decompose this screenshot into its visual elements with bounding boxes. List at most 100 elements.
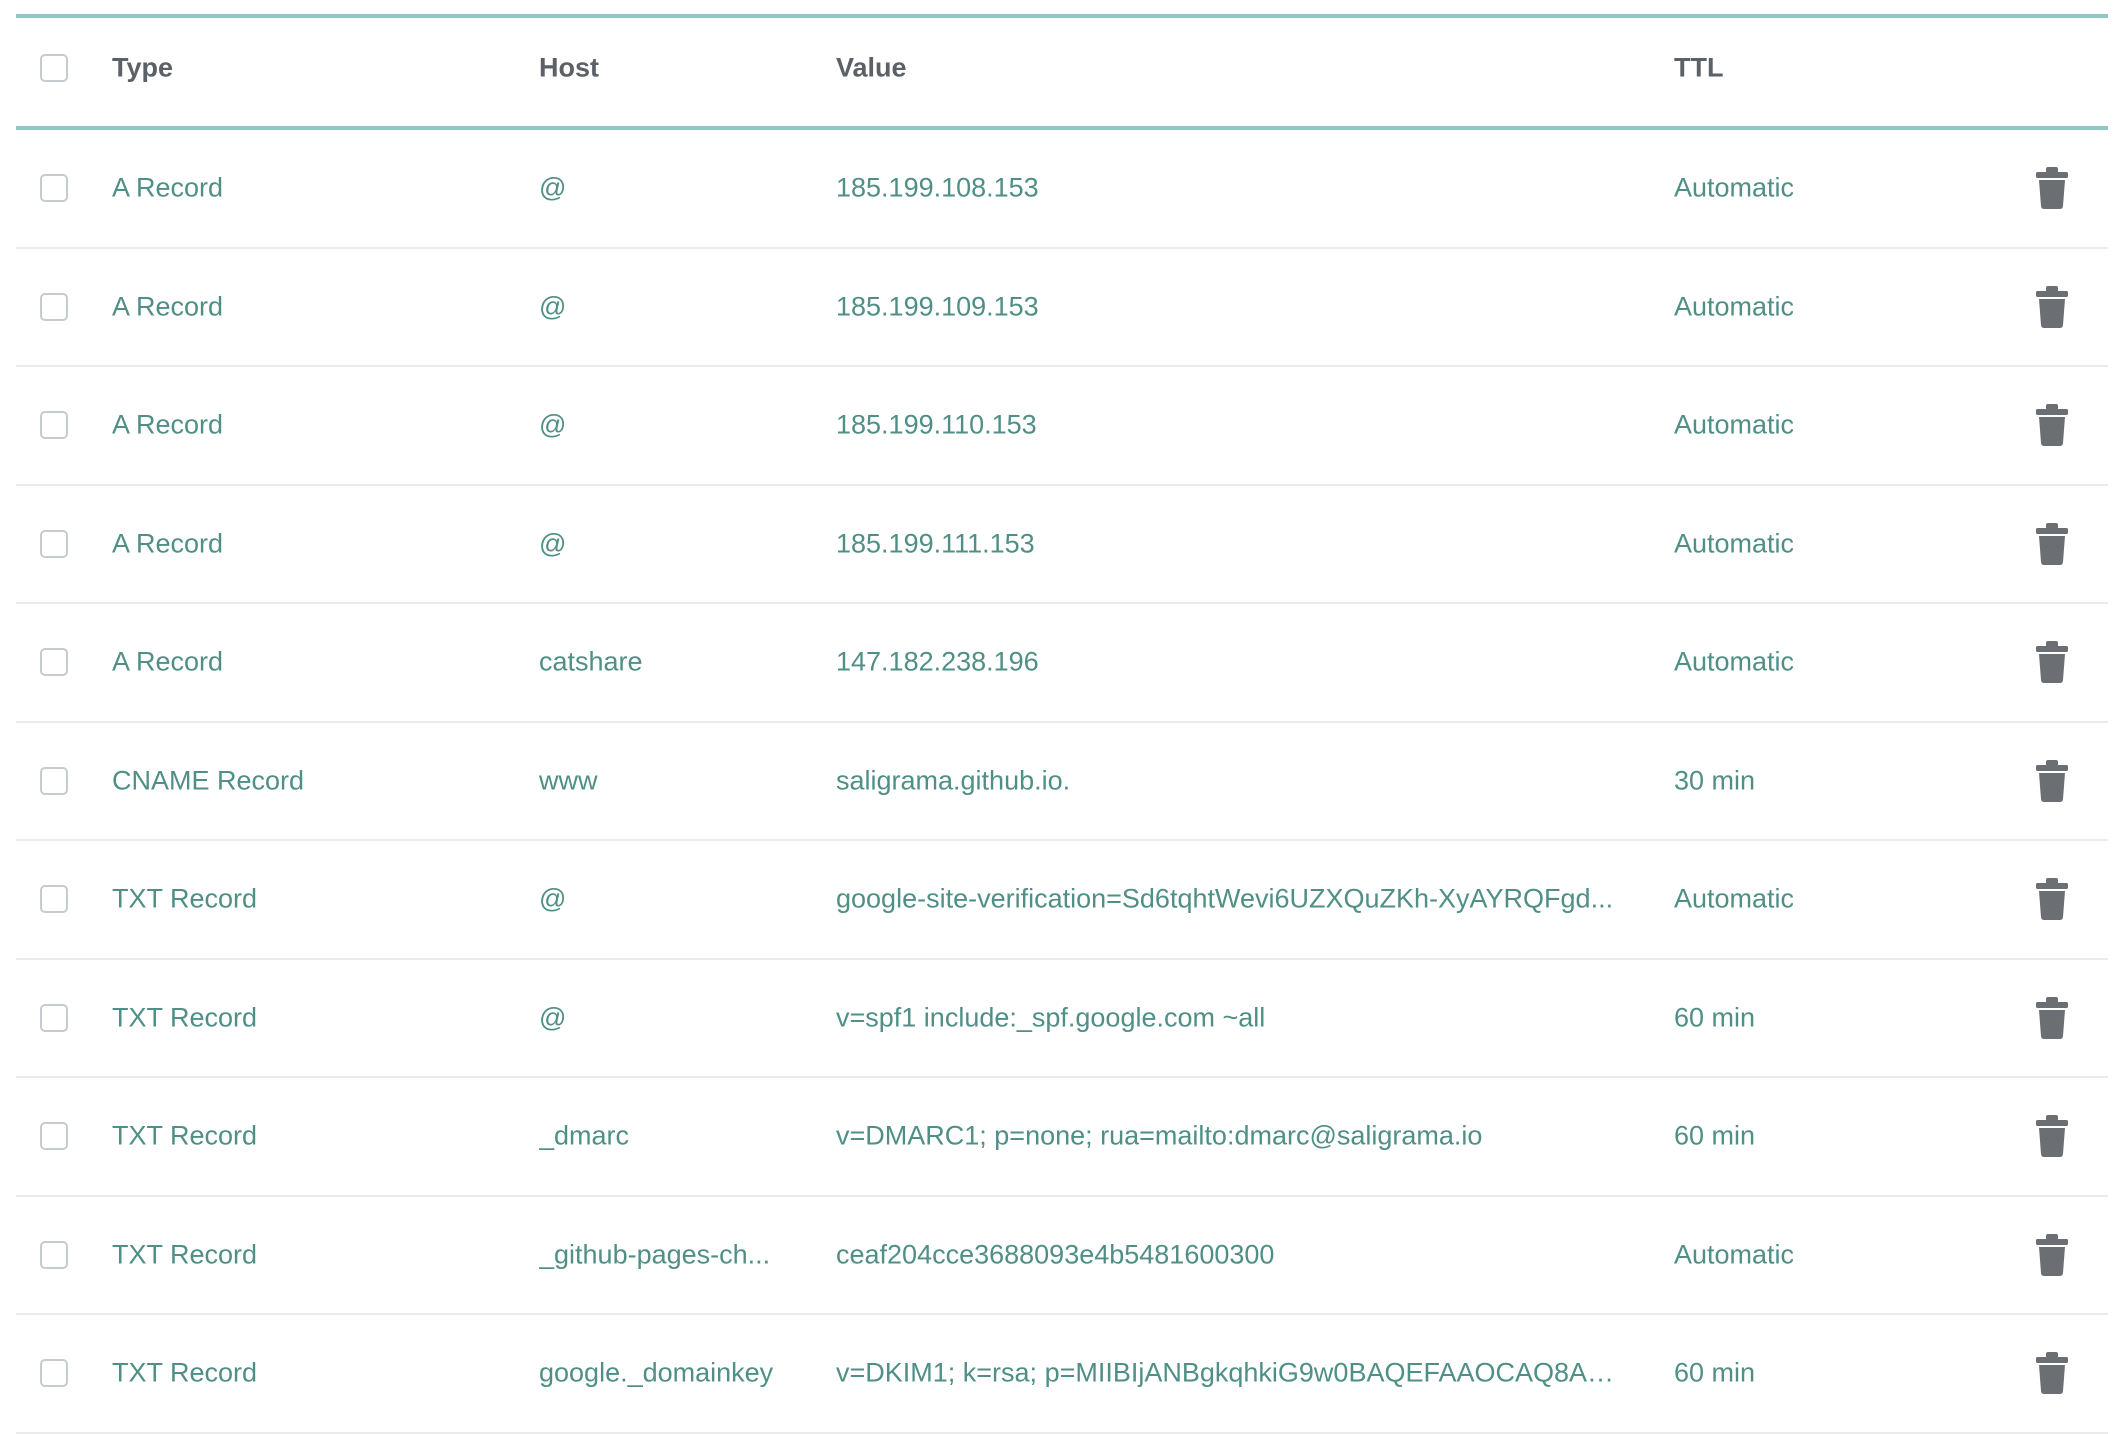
record-type: A Record xyxy=(112,409,224,440)
record-value: v=DMARC1; p=none; rua=mailto:dmarc@salig… xyxy=(836,1120,1483,1151)
record-host: _dmarc xyxy=(539,1120,630,1151)
record-value: google-site-verification=Sd6tqhtWevi6UZX… xyxy=(836,883,1614,914)
record-host: @ xyxy=(539,291,567,322)
record-ttl: Automatic xyxy=(1674,528,1795,559)
row-select-cell xyxy=(40,1240,68,1269)
trash-icon[interactable] xyxy=(2034,403,2070,447)
header-host[interactable]: Host xyxy=(539,53,789,84)
record-type: TXT Record xyxy=(112,1357,258,1388)
table-row[interactable]: TXT Record google._domainkey v=DKIM1; k=rs… xyxy=(16,1315,2108,1434)
trash-icon[interactable] xyxy=(2034,166,2070,210)
record-host: @ xyxy=(539,883,567,914)
delete-cell xyxy=(2034,1233,2070,1277)
trash-icon[interactable] xyxy=(2034,522,2070,566)
trash-icon[interactable] xyxy=(2034,640,2070,684)
table-row[interactable]: TXT Record _github-pages-ch... ceaf204cce3… xyxy=(16,1197,2108,1315)
row-checkbox[interactable] xyxy=(40,1122,68,1151)
header-type[interactable]: Type xyxy=(112,53,512,84)
record-host: catshare xyxy=(539,646,643,677)
row-checkbox[interactable] xyxy=(40,529,68,558)
record-value: 185.199.110.153 xyxy=(836,409,1037,440)
delete-cell xyxy=(2034,996,2070,1040)
record-ttl: 60 min xyxy=(1674,1120,1756,1151)
record-host: @ xyxy=(539,409,567,440)
record-type: TXT Record xyxy=(112,1120,258,1151)
table-row[interactable]: A Record @185.199.109.153 Automatic xyxy=(16,249,2108,367)
delete-cell xyxy=(2034,285,2070,329)
table-row[interactable]: A Record @185.199.110.153 Automatic xyxy=(16,367,2108,486)
row-checkbox[interactable] xyxy=(40,766,68,795)
table-row[interactable]: TXT Record @ google-site-verification=Sd6t… xyxy=(16,841,2108,960)
record-value: saligrama.github.io. xyxy=(836,765,1071,796)
row-select-cell xyxy=(40,648,68,677)
record-host: @ xyxy=(539,528,567,559)
row-select-cell xyxy=(40,766,68,795)
row-checkbox[interactable] xyxy=(40,1359,68,1388)
row-checkbox[interactable] xyxy=(40,1003,68,1032)
record-type: TXT Record xyxy=(112,883,258,914)
row-checkbox[interactable] xyxy=(40,648,68,677)
trash-icon[interactable] xyxy=(2034,759,2070,803)
trash-icon[interactable] xyxy=(2034,285,2070,329)
record-value: 185.199.109.153 xyxy=(836,291,1039,322)
trash-icon[interactable] xyxy=(2034,1233,2070,1277)
record-ttl: 60 min xyxy=(1674,1002,1756,1033)
delete-cell xyxy=(2034,403,2070,447)
delete-cell xyxy=(2034,640,2070,684)
record-host: google._domainkey xyxy=(539,1357,774,1388)
record-host: @ xyxy=(539,1002,567,1033)
record-value: ceaf204cce3688093e4b5481600300 xyxy=(836,1239,1275,1270)
record-ttl: Automatic xyxy=(1674,883,1795,914)
row-checkbox[interactable] xyxy=(40,411,68,440)
delete-cell xyxy=(2034,759,2070,803)
table-row[interactable]: A Record catshare 147.182.238.196 Automatic xyxy=(16,604,2108,723)
record-ttl: 60 min xyxy=(1674,1357,1756,1388)
delete-cell xyxy=(2034,877,2070,921)
select-all-cell xyxy=(40,54,68,82)
table-header: Type Host Value TTL xyxy=(16,18,2108,130)
delete-cell xyxy=(2034,166,2070,210)
delete-cell xyxy=(2034,522,2070,566)
record-ttl: Automatic xyxy=(1674,291,1795,322)
trash-icon[interactable] xyxy=(2034,1114,2070,1158)
record-value: v=spf1 include:_spf.google.com ~all xyxy=(836,1002,1266,1033)
delete-cell xyxy=(2034,1351,2070,1395)
row-select-cell xyxy=(40,1359,68,1388)
record-value: 185.199.111.153 xyxy=(836,528,1035,559)
row-checkbox[interactable] xyxy=(40,292,68,321)
record-host: @ xyxy=(539,172,567,203)
table-row[interactable]: A Record @185.199.111.153 Automatic xyxy=(16,486,2108,604)
select-all-checkbox[interactable] xyxy=(40,54,68,82)
row-select-cell xyxy=(40,529,68,558)
record-ttl: Automatic xyxy=(1674,409,1795,440)
record-type: A Record xyxy=(112,646,224,677)
row-select-cell xyxy=(40,292,68,321)
dns-records-table: Type Host Value TTL A Record @185.199.108… xyxy=(16,14,2108,1434)
record-type: A Record xyxy=(112,528,224,559)
trash-icon[interactable] xyxy=(2034,877,2070,921)
header-value[interactable]: Value xyxy=(836,53,1636,84)
row-checkbox[interactable] xyxy=(40,1240,68,1269)
row-checkbox[interactable] xyxy=(40,885,68,914)
table-row[interactable]: TXT Record _dmarc v=DMARC1; p=none; rua=ma… xyxy=(16,1078,2108,1197)
row-select-cell xyxy=(40,174,68,203)
trash-icon[interactable] xyxy=(2034,996,2070,1040)
record-ttl: 30 min xyxy=(1674,765,1756,796)
delete-cell xyxy=(2034,1114,2070,1158)
record-host: www xyxy=(539,765,598,796)
record-value: 147.182.238.196 xyxy=(836,646,1039,677)
record-ttl: Automatic xyxy=(1674,646,1795,677)
record-value: 185.199.108.153 xyxy=(836,172,1039,203)
record-host: _github-pages-ch... xyxy=(539,1239,771,1270)
trash-icon[interactable] xyxy=(2034,1351,2070,1395)
row-checkbox[interactable] xyxy=(40,174,68,203)
row-select-cell xyxy=(40,1003,68,1032)
header-ttl[interactable]: TTL xyxy=(1674,53,1934,84)
row-select-cell xyxy=(40,411,68,440)
record-type: TXT Record xyxy=(112,1239,258,1270)
table-row[interactable]: CNAME Record www saligrama.github.io. 30 mi… xyxy=(16,723,2108,841)
table-row[interactable]: A Record @185.199.108.153 Automatic xyxy=(16,130,2108,249)
record-ttl: Automatic xyxy=(1674,172,1795,203)
record-ttl: Automatic xyxy=(1674,1239,1795,1270)
table-row[interactable]: TXT Record @ v=spf1 include:_spf.google.co… xyxy=(16,960,2108,1078)
